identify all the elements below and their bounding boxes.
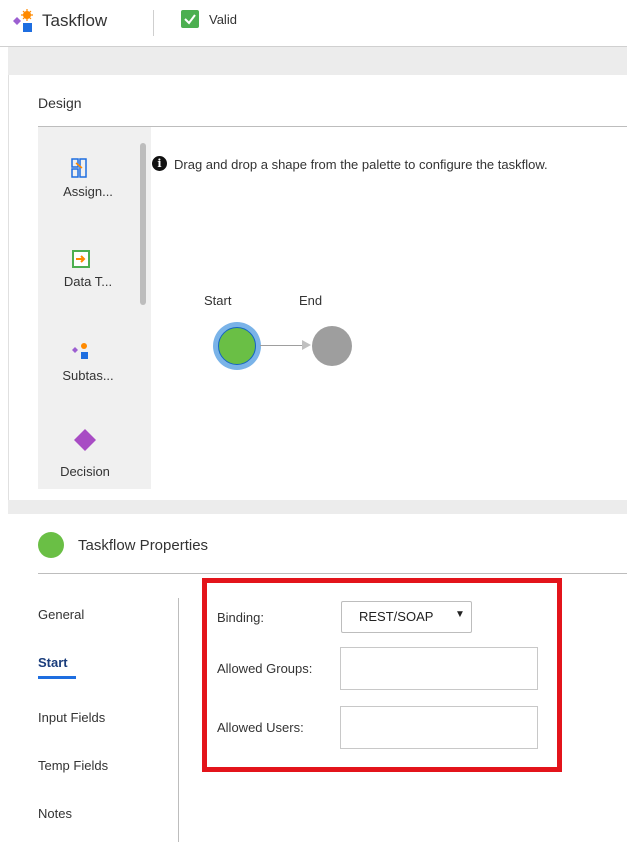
properties-vertical-divider xyxy=(178,598,179,842)
palette-item-data-task[interactable]: Data T... xyxy=(38,248,138,298)
palette-label: Assign... xyxy=(63,184,113,199)
taskflow-icon xyxy=(13,9,33,32)
active-tab-indicator xyxy=(38,676,76,679)
data-task-icon xyxy=(72,250,90,268)
app-title: Taskflow xyxy=(42,11,108,30)
canvas-hint: Drag and drop a shape from the palette t… xyxy=(174,157,548,172)
end-node[interactable] xyxy=(312,326,352,366)
tab-input-fields[interactable]: Input Fields xyxy=(38,710,105,725)
end-node-label: End xyxy=(299,293,323,308)
tab-notes[interactable]: Notes xyxy=(38,806,72,821)
decision-icon xyxy=(74,429,96,451)
info-icon: i xyxy=(152,156,167,171)
highlight-box xyxy=(202,578,562,772)
palette-label: Data T... xyxy=(63,274,113,289)
connector-arrow-icon xyxy=(302,340,311,350)
start-node-label: Start xyxy=(204,293,232,308)
palette-label: Decision xyxy=(60,464,110,479)
header-separator xyxy=(153,10,154,36)
toolbar-band xyxy=(8,47,627,75)
assignment-icon xyxy=(71,158,87,178)
palette-label: Subtas... xyxy=(62,368,114,383)
properties-divider xyxy=(38,573,627,574)
tab-general[interactable]: General xyxy=(38,607,84,622)
palette-item-assignment[interactable]: Assign... xyxy=(38,150,138,210)
design-title: Design xyxy=(38,95,82,111)
valid-check-icon xyxy=(181,10,199,28)
tab-start[interactable]: Start xyxy=(38,655,68,670)
start-node[interactable] xyxy=(218,327,256,365)
palette-item-subtaskflow[interactable]: Subtas... xyxy=(38,338,138,388)
start-node-status-icon xyxy=(38,532,64,558)
properties-title: Taskflow Properties xyxy=(78,537,209,554)
tab-temp-fields[interactable]: Temp Fields xyxy=(38,758,108,773)
subtaskflow-icon xyxy=(72,343,88,359)
flow-connector xyxy=(260,345,304,346)
palette-item-decision[interactable]: Decision xyxy=(38,428,138,479)
panel-separator-band xyxy=(8,500,627,514)
validation-status: Valid xyxy=(209,12,237,27)
palette-scrollbar[interactable] xyxy=(140,143,146,305)
